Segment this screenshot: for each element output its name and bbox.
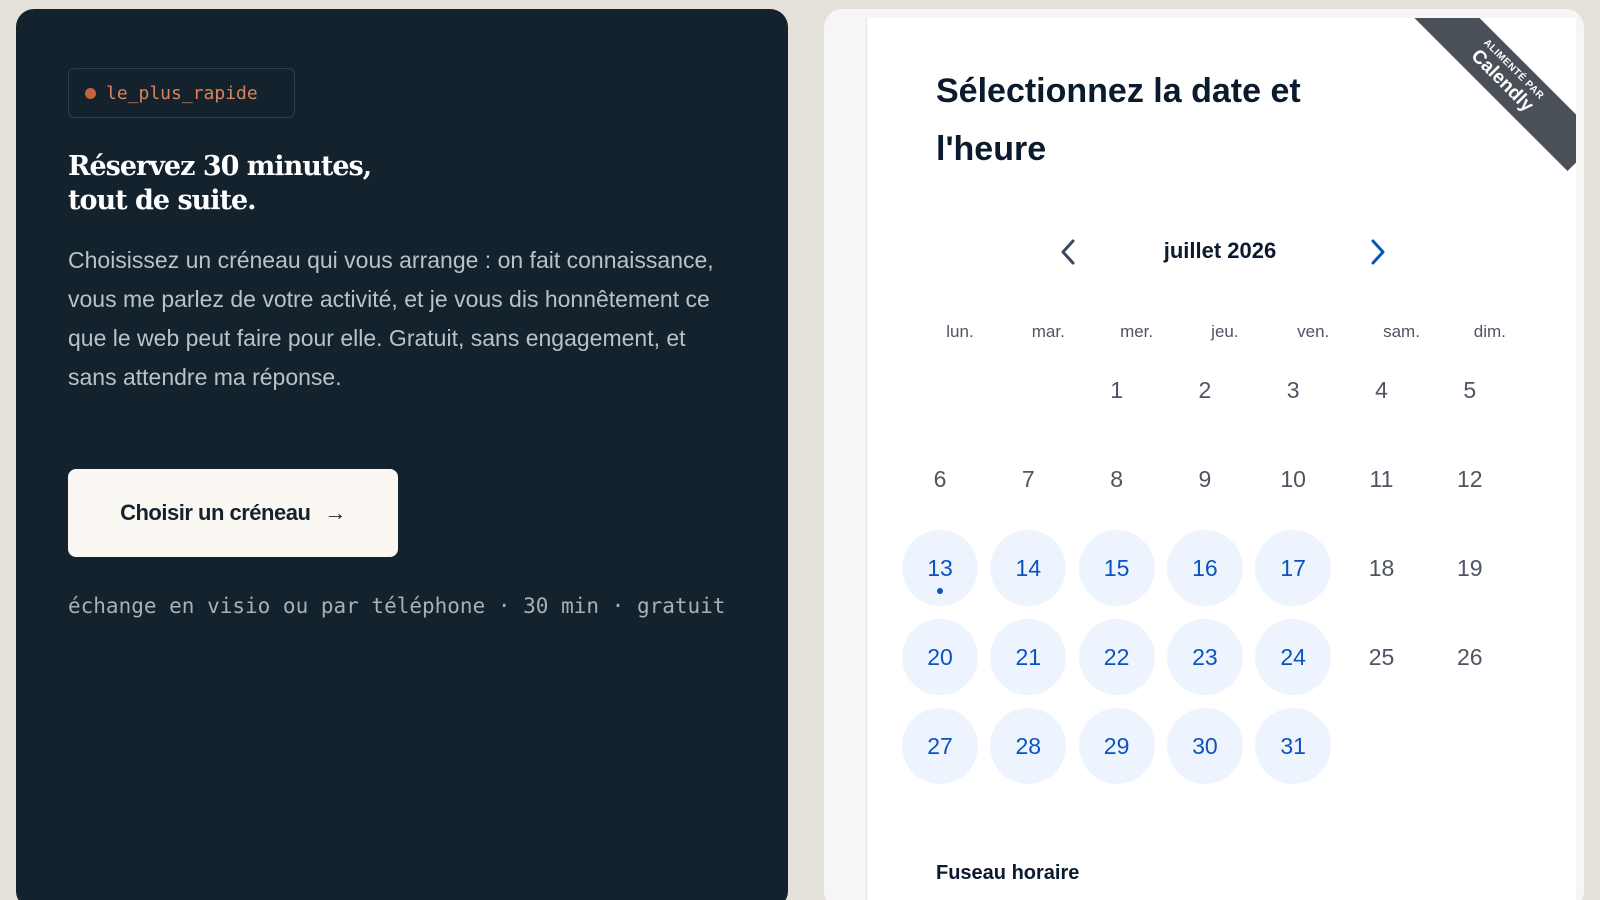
- day-number: 18: [1368, 554, 1395, 581]
- day-number: 2: [1198, 376, 1212, 403]
- weekday-5: sam.: [1383, 322, 1420, 341]
- booking-promo-card: le_plus_rapide Réservez 30 minutes, tout…: [16, 9, 788, 900]
- day-number: 28: [1015, 732, 1042, 759]
- powered-by-ribbon[interactable]: ALIMENTÉ PAR Calendly: [1411, 18, 1576, 172]
- day-number: 31: [1280, 732, 1306, 759]
- day-number: 26: [1457, 643, 1483, 670]
- calendar-day-29[interactable]: 29: [1078, 708, 1155, 784]
- day-number: 14: [1015, 554, 1042, 581]
- calendar-day-5: 5: [1432, 352, 1508, 428]
- day-number: 12: [1457, 465, 1483, 492]
- headline-line-2: tout de suite.: [68, 185, 257, 216]
- day-number: 1: [1110, 376, 1123, 403]
- calendar-day-15[interactable]: 15: [1078, 530, 1155, 606]
- day-number: 17: [1280, 554, 1306, 581]
- promo-headline: Réservez 30 minutes, tout de suite.: [68, 150, 488, 218]
- calendar-day-6: 6: [902, 441, 978, 517]
- today-indicator-icon: [937, 588, 943, 594]
- previous-month-button[interactable]: [1048, 232, 1088, 272]
- calendar-grid: 1 2 3 4 5 6 7 8 9 10 11 12 13 14 15 16 17 18 19 20 21 22 23 24 2…: [902, 352, 1546, 804]
- headline-line-1: Réservez 30 minutes,: [68, 151, 372, 182]
- calendar-day-27[interactable]: 27: [902, 708, 978, 784]
- calendar-day-11: 11: [1344, 441, 1420, 517]
- weekday-0: lun.: [946, 322, 974, 341]
- calendar-day-14[interactable]: 14: [990, 530, 1067, 606]
- day-number: 5: [1463, 376, 1477, 403]
- status-dot-icon: [85, 87, 96, 99]
- day-number: 25: [1368, 643, 1395, 670]
- day-number: 30: [1192, 732, 1218, 759]
- meeting-details: échange en visio ou par téléphone · 30 m…: [68, 594, 726, 618]
- weekday-1: mar.: [1031, 322, 1065, 341]
- calendar-day-10: 10: [1255, 441, 1331, 517]
- calendar-day-3: 3: [1255, 352, 1331, 428]
- weekday-3: jeu.: [1211, 322, 1239, 341]
- day-number: 16: [1192, 554, 1218, 581]
- calendar-day-7: 7: [990, 441, 1066, 517]
- current-month-label: juillet 2026: [1163, 238, 1277, 263]
- day-number: 3: [1286, 376, 1300, 403]
- day-number: 29: [1103, 732, 1130, 759]
- calendar-day-25: 25: [1344, 619, 1420, 695]
- calendar-day-12: 12: [1432, 441, 1508, 517]
- chevron-right-icon: [1371, 239, 1385, 265]
- day-number: 22: [1103, 643, 1130, 670]
- day-number: 6: [933, 465, 947, 492]
- month-navigation: juillet 2026: [1040, 232, 1400, 272]
- calendar-day-22[interactable]: 22: [1078, 619, 1155, 695]
- weekday-header: lun. mar. mer. jeu. ven. sam. dim.: [916, 322, 1546, 352]
- day-number: 8: [1110, 465, 1123, 492]
- calendar-day-21[interactable]: 21: [990, 619, 1067, 695]
- day-number: 27: [927, 732, 953, 759]
- weekday-6: dim.: [1473, 322, 1506, 341]
- calendar-day-2: 2: [1167, 352, 1243, 428]
- timezone-heading: Fuseau horaire: [936, 862, 1080, 884]
- calendar-day-16[interactable]: 16: [1166, 530, 1243, 606]
- day-number: 20: [927, 643, 953, 670]
- day-number: 19: [1457, 554, 1483, 581]
- calendar-day-28[interactable]: 28: [990, 708, 1067, 784]
- calendar-day-20[interactable]: 20: [902, 619, 978, 695]
- day-number: 10: [1280, 465, 1306, 492]
- choose-slot-button[interactable]: Choisir un créneau →: [68, 469, 398, 557]
- day-number: 23: [1192, 643, 1218, 670]
- promo-intro: Choisissez un créneau qui vous arrange :…: [68, 247, 714, 390]
- calendar-day-4: 4: [1344, 352, 1420, 428]
- calendar-day-1: 1: [1079, 352, 1155, 428]
- calendar-day-24[interactable]: 24: [1255, 619, 1332, 695]
- calendar-day-19: 19: [1432, 530, 1508, 606]
- day-number: 11: [1369, 465, 1394, 492]
- speed-tag-label: le_plus_rapide: [106, 82, 258, 104]
- day-number: 4: [1375, 376, 1388, 403]
- arrow-right-icon: →: [324, 500, 346, 525]
- day-number: 21: [1015, 643, 1042, 670]
- calendar-day-9: 9: [1167, 441, 1243, 517]
- calendar-day-30[interactable]: 30: [1166, 708, 1243, 784]
- calendar-day-18: 18: [1344, 530, 1420, 606]
- calendar-day-26: 26: [1432, 619, 1508, 695]
- next-month-button[interactable]: [1358, 232, 1398, 272]
- day-number: 9: [1198, 465, 1212, 492]
- calendar-title: Sélectionnez la date et l'heure: [936, 72, 1301, 168]
- day-number: 24: [1280, 643, 1306, 670]
- calendar-day-23[interactable]: 23: [1166, 619, 1243, 695]
- calendar-day-13[interactable]: 13: [902, 530, 978, 606]
- calendar-day-17[interactable]: 17: [1255, 530, 1332, 606]
- calendar-day-31[interactable]: 31: [1255, 708, 1332, 784]
- chevron-left-icon: [1061, 239, 1075, 265]
- speed-tag: le_plus_rapide: [68, 68, 295, 118]
- weekday-4: ven.: [1297, 322, 1330, 341]
- weekday-2: mer.: [1120, 322, 1154, 341]
- day-number: 7: [1021, 465, 1035, 492]
- calendar-day-8: 8: [1079, 441, 1155, 517]
- choose-slot-label: Choisir un créneau: [120, 500, 311, 525]
- day-number: 15: [1103, 554, 1130, 581]
- day-number: 13: [927, 554, 953, 581]
